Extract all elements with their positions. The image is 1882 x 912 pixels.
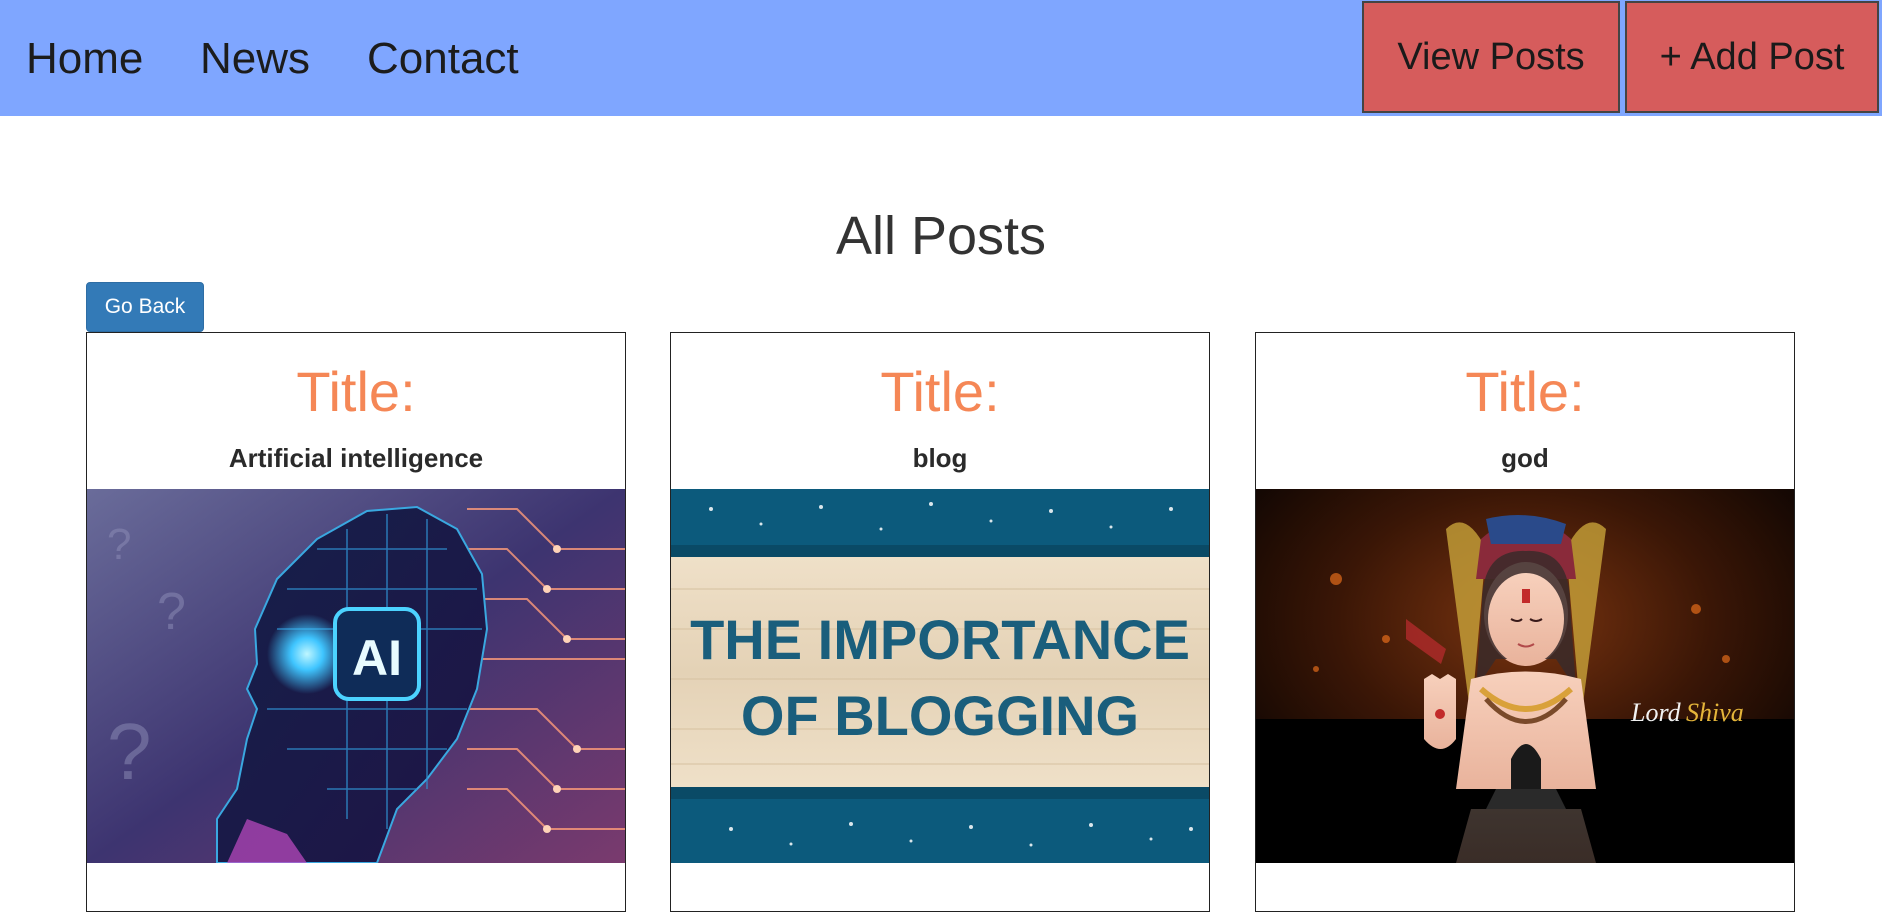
post-card: Title: Artificial intelligence ? ? ? AI [86,332,626,912]
card-title: god [1501,443,1549,473]
card-title: blog [912,443,968,473]
page-title: All Posts [835,206,1047,266]
blogging-banner-illustration: THE IMPORTANCE OF BLOGGING [671,489,1209,863]
ai-head-illustration: ? ? ? AI [87,489,625,863]
svg-text:?: ? [157,583,186,641]
navbar: Home News Contact View Posts + Add Post [0,0,1882,116]
shiva-illustration: Lord Shiva [1256,489,1794,863]
banner-line-1: THE IMPORTANCE [690,608,1190,671]
post-image-ai: ? ? ? AI [87,489,625,863]
card-title-label: Title: [1465,360,1585,423]
view-posts-button[interactable]: View Posts [1362,1,1620,113]
card-title-label: Title: [296,360,416,423]
post-image-blogging: THE IMPORTANCE OF BLOGGING [671,489,1209,863]
card-title-label: Title: [880,360,1000,423]
post-card: Title: god Lord Shiva [1255,332,1795,912]
ai-badge-text: AI [352,630,402,686]
svg-text:?: ? [107,520,131,569]
caption-lord: Lord [1630,698,1682,727]
caption-shiva: Shiva [1686,698,1744,727]
banner-line-2: OF BLOGGING [741,684,1139,747]
card-title: Artificial intelligence [228,443,484,473]
nav-link-contact[interactable]: Contact [367,30,519,88]
post-image-shiva: Lord Shiva [1256,489,1794,863]
go-back-button[interactable]: Go Back [86,282,204,332]
nav-link-home[interactable]: Home [26,30,143,88]
nav-link-news[interactable]: News [200,30,310,88]
post-card: Title: blog THE IMPORTANCE OF BLOGGING [670,332,1210,912]
svg-text:?: ? [107,707,152,796]
add-post-button[interactable]: + Add Post [1625,1,1879,113]
